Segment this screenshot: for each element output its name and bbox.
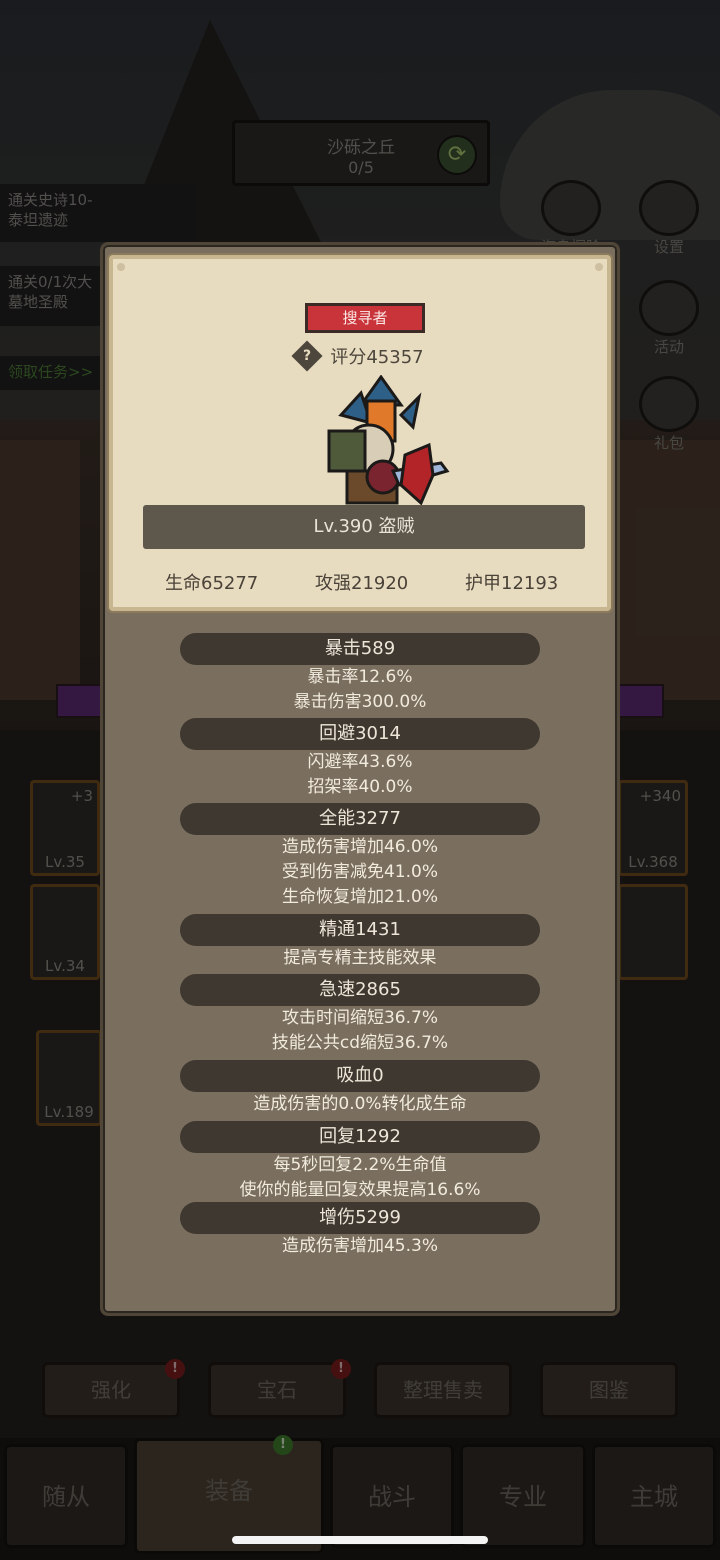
- role-tag: 搜寻者: [305, 303, 425, 333]
- card-rivet: [117, 263, 125, 271]
- stat-detail: 提高专精主技能效果: [283, 948, 437, 968]
- stat-title: 增伤5299: [180, 1202, 540, 1234]
- stat-section-crit: 暴击589 暴击率12.6% 暴击伤害300.0%: [103, 633, 617, 715]
- home-indicator[interactable]: [232, 1536, 488, 1544]
- stat-title: 回避3014: [180, 718, 540, 750]
- stat-detail: 攻击时间缩短36.7%: [281, 1008, 438, 1028]
- stat-detail: 受到伤害减免41.0%: [281, 862, 438, 882]
- level-class-bar: Lv.390 盗贼: [143, 505, 585, 549]
- score-value: 评分45357: [330, 347, 424, 368]
- stat-title: 吸血0: [180, 1060, 540, 1092]
- stat-detail: 造成伤害增加45.3%: [281, 1236, 438, 1256]
- stat-title: 暴击589: [180, 633, 540, 665]
- hp-stat: 生命65277: [165, 573, 259, 594]
- stat-title: 全能3277: [180, 803, 540, 835]
- stat-detail: 闪避率43.6%: [307, 752, 413, 772]
- stat-section-mastery: 精通1431 提高专精主技能效果: [103, 914, 617, 971]
- character-card: 搜寻者 ? 评分45357 Lv.390 盗贼 生命65277 攻强21920 护…: [109, 255, 611, 611]
- hero-portrait: [327, 375, 450, 506]
- stat-section-versatility: 全能3277 造成伤害增加46.0% 受到伤害减免41.0% 生命恢复增加21.…: [103, 803, 617, 910]
- help-icon-glyph: ?: [303, 348, 312, 364]
- stat-detail: 每5秒回复2.2%生命值: [273, 1155, 447, 1175]
- armor-stat: 护甲12193: [465, 573, 559, 594]
- stat-section-lifesteal: 吸血0 造成伤害的0.0%转化成生命: [103, 1060, 617, 1117]
- stat-section-damage-bonus: 增伤5299 造成伤害增加45.3%: [103, 1202, 617, 1259]
- stat-detail: 生命恢复增加21.0%: [281, 887, 438, 907]
- stat-title: 精通1431: [180, 914, 540, 946]
- stat-detail: 使你的能量回复效果提高16.6%: [239, 1180, 481, 1200]
- stat-detail: 技能公共cd缩短36.7%: [271, 1033, 449, 1053]
- attack-power-stat: 攻强21920: [315, 573, 409, 594]
- stat-section-regen: 回复1292 每5秒回复2.2%生命值 使你的能量回复效果提高16.6%: [103, 1121, 617, 1203]
- stat-title: 回复1292: [180, 1121, 540, 1153]
- card-rivet: [595, 263, 603, 271]
- score-row: ? 评分45357: [113, 340, 607, 372]
- stat-title: 急速2865: [180, 974, 540, 1006]
- stat-detail: 造成伤害增加46.0%: [281, 837, 438, 857]
- stat-detail: 招架率40.0%: [307, 777, 413, 797]
- character-stats-dialog: 搜寻者 ? 评分45357 Lv.390 盗贼 生命65277 攻强21920 护…: [100, 242, 620, 1316]
- stat-detail: 造成伤害的0.0%转化成生命: [253, 1094, 467, 1114]
- stat-detail: 暴击伤害300.0%: [293, 692, 427, 712]
- stat-detail: 暴击率12.6%: [307, 667, 413, 687]
- stat-section-avoidance: 回避3014 闪避率43.6% 招架率40.0%: [103, 718, 617, 800]
- stat-section-haste: 急速2865 攻击时间缩短36.7% 技能公共cd缩短36.7%: [103, 974, 617, 1056]
- help-icon[interactable]: ?: [291, 340, 323, 372]
